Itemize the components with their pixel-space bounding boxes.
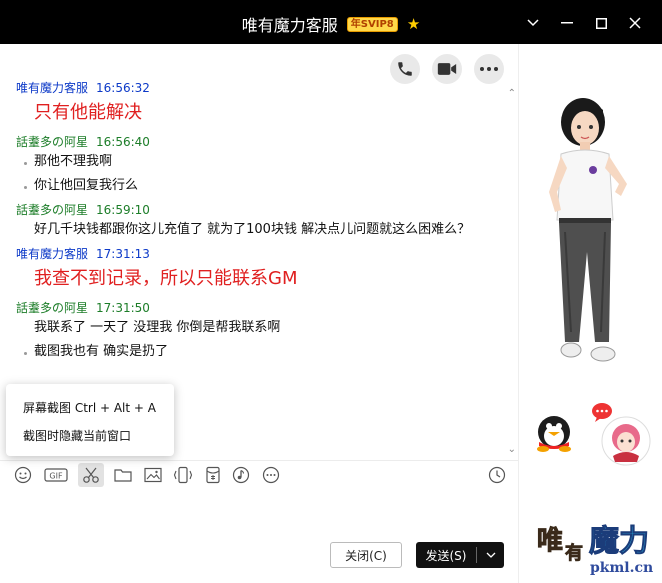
star-icon[interactable]: ★ xyxy=(407,15,420,33)
maximize-icon xyxy=(595,17,607,29)
gif-icon: GIF xyxy=(44,468,68,482)
vip-badge: 年SVIP8 xyxy=(346,16,398,32)
video-call-button[interactable] xyxy=(432,54,462,84)
message-list: 唯有魔力客服 16:56:32 只有他能解决話耋多の阿星 16:56:40 那他不理我啊… xyxy=(0,78,510,366)
watermark-url: pkml.cn xyxy=(590,560,654,576)
input-toolbar: GIF xyxy=(0,460,518,488)
call-tools xyxy=(390,54,504,84)
contact-avatar[interactable] xyxy=(601,416,651,466)
scissors-icon xyxy=(83,467,99,483)
history-clock-icon xyxy=(488,466,506,484)
screenshot-button[interactable] xyxy=(78,463,104,487)
video-camera-icon xyxy=(437,63,457,75)
send-image-button[interactable] xyxy=(140,463,166,487)
message-text: 我联系了 一天了 没理我 你倒是帮我联系啊 xyxy=(34,320,281,335)
message-text: 好几千块钱都跟你这儿充值了 就为了100块钱 解决点儿问题就这么困难么？ xyxy=(34,222,471,237)
message-text: 截图我也有 确实是扔了 xyxy=(16,342,510,366)
send-button[interactable]: 发送(S) xyxy=(416,542,504,568)
shake-icon xyxy=(173,466,193,484)
message-timestamp: 17:31:50 xyxy=(96,301,150,315)
svg-text:魔力: 魔力 xyxy=(589,524,649,559)
folder-icon xyxy=(114,469,132,482)
title-bar[interactable]: 唯有魔力客服 年SVIP8 ★ xyxy=(0,0,662,44)
send-options-dropdown[interactable] xyxy=(477,552,504,558)
more-options-button[interactable] xyxy=(474,54,504,84)
send-file-button[interactable] xyxy=(110,463,136,487)
close-button[interactable]: 关闭(C) xyxy=(330,542,402,568)
penguin-avatar[interactable] xyxy=(529,406,579,452)
send-button-label: 发送(S) xyxy=(425,548,467,563)
message-timestamp: 16:56:32 xyxy=(96,81,150,95)
scroll-down-icon[interactable]: ⌄ xyxy=(508,444,516,455)
phone-icon xyxy=(398,62,412,76)
message-text: 只有他能解决 xyxy=(34,102,142,123)
minimize-icon xyxy=(561,22,573,24)
message-text: 那他不理我啊 xyxy=(16,152,510,176)
message-sender-line: 話耋多の阿星 16:56:40 xyxy=(16,132,510,152)
screenshot-popup-menu: 屏幕截图 Ctrl + Alt + A 截图时隐藏当前窗口 xyxy=(6,384,174,456)
message-text: 你让他回复我行么 xyxy=(16,176,510,200)
message-text: 我查不到记录，所以只能联系GM xyxy=(34,268,298,289)
chevron-down-icon xyxy=(527,19,539,27)
sender-name[interactable]: 話耋多の阿星 xyxy=(16,135,88,149)
message-history-button[interactable] xyxy=(484,463,510,487)
music-icon xyxy=(232,466,250,484)
emoji-icon xyxy=(14,466,32,484)
voice-call-button[interactable] xyxy=(390,54,420,84)
more-tools-button[interactable] xyxy=(258,463,284,487)
red-packet-icon xyxy=(206,466,220,484)
more-icon xyxy=(480,67,498,71)
message-timestamp: 17:31:13 xyxy=(96,247,150,261)
message-sender-line: 話耋多の阿星 16:59:10 xyxy=(16,200,510,220)
minimize-button[interactable] xyxy=(550,12,584,34)
message-sender-line: 話耋多の阿星 17:31:50 xyxy=(16,298,510,318)
window-shake-button[interactable] xyxy=(170,463,196,487)
window-controls xyxy=(516,12,652,34)
character-avatar xyxy=(549,98,627,362)
sender-name[interactable]: 話耋多の阿星 xyxy=(16,301,88,315)
popup-item-screenshot[interactable]: 屏幕截图 Ctrl + Alt + A xyxy=(6,394,174,422)
svg-text:唯: 唯 xyxy=(537,526,563,556)
emoji-button[interactable] xyxy=(10,463,36,487)
contact-show-panel xyxy=(518,44,662,583)
popup-item-hide-window[interactable]: 截图时隐藏当前窗口 xyxy=(6,422,174,450)
message-timestamp: 16:59:10 xyxy=(96,203,150,217)
svg-text:GIF: GIF xyxy=(49,472,63,481)
gif-button[interactable]: GIF xyxy=(42,463,70,487)
collapse-button[interactable] xyxy=(516,12,550,34)
sender-name[interactable]: 唯有魔力客服 xyxy=(16,81,88,95)
message-timestamp: 16:56:40 xyxy=(96,135,150,149)
sender-name[interactable]: 話耋多の阿星 xyxy=(16,203,88,217)
chevron-down-icon xyxy=(486,552,495,558)
red-packet-button[interactable] xyxy=(200,463,226,487)
more-icon xyxy=(262,466,280,484)
close-window-button[interactable] xyxy=(618,12,652,34)
close-icon xyxy=(629,17,641,29)
music-button[interactable] xyxy=(228,463,254,487)
message-input[interactable] xyxy=(0,488,518,583)
window-title: 唯有魔力客服 xyxy=(241,16,338,35)
maximize-button[interactable] xyxy=(584,12,618,34)
image-icon xyxy=(144,467,162,483)
message-sender-line: 唯有魔力客服 17:31:13 xyxy=(16,244,510,264)
svg-text:有: 有 xyxy=(565,542,583,564)
sender-name[interactable]: 唯有魔力客服 xyxy=(16,247,88,261)
